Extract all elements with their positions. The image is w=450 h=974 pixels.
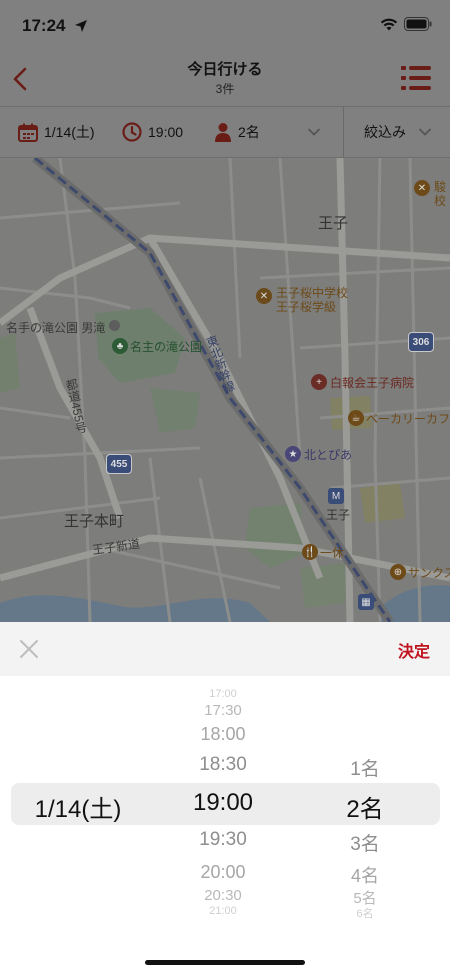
result-count: 3件: [215, 82, 235, 96]
time-wheel-item[interactable]: 19:30: [158, 829, 288, 851]
list-view-icon[interactable]: [400, 64, 432, 92]
hospital-icon[interactable]: +: [311, 374, 327, 390]
chevron-down-icon[interactable]: [418, 127, 432, 137]
time-wheel-item[interactable]: 17:30: [158, 702, 288, 719]
school-icon[interactable]: ✕: [256, 288, 272, 304]
time-wheel-item[interactable]: 17:00: [158, 688, 288, 700]
map-label-ikkyu: 一休: [320, 546, 345, 560]
map-label-station: 王子: [326, 508, 351, 522]
map-label-park: 名主の滝公園: [130, 340, 203, 354]
person-icon: [215, 123, 231, 142]
clock-icon: [122, 122, 142, 142]
park-icon[interactable]: ♣: [112, 338, 128, 354]
people-wheel-item[interactable]: 4名: [300, 862, 430, 888]
map-label-oji: 王子: [318, 215, 349, 232]
filter-bar: 1/14(土) 19:00 2名 絞込み: [0, 106, 450, 158]
time-wheel-item[interactable]: 18:00: [158, 724, 288, 745]
people-wheel-selected[interactable]: 2名: [300, 789, 430, 824]
map-label-hospital: 白報会王子病院: [330, 376, 415, 390]
wifi-icon: [380, 18, 398, 30]
home-indicator: [145, 960, 305, 965]
map-label-sunkus: サンクス: [408, 566, 450, 580]
time-wheel-item[interactable]: 21:00: [158, 905, 288, 917]
map-label-bakery: ベーカリーカフ: [366, 412, 450, 426]
route-306-shield: 306: [408, 332, 434, 352]
shop-icon[interactable]: ⊕: [390, 564, 406, 580]
page-title: 今日行ける: [187, 61, 263, 78]
map-label-school-2: 王子桜学級: [276, 300, 337, 314]
date-filter[interactable]: 1/14(土): [18, 107, 95, 157]
navigation-bar: 今日行ける 3件: [0, 50, 450, 106]
location-arrow-icon: [75, 20, 87, 32]
time-wheel-item[interactable]: 18:30: [158, 754, 288, 776]
date-filter-value: 1/14(土): [44, 124, 95, 140]
filter-divider: [343, 107, 344, 157]
map-label-top-right-2: 校: [434, 194, 447, 208]
time-wheel-item[interactable]: 20:30: [158, 887, 288, 904]
battery-icon: [404, 17, 432, 31]
people-wheel-item[interactable]: 1名: [300, 754, 430, 781]
time-wheel-selected[interactable]: 19:00: [158, 789, 288, 817]
time-wheel-item[interactable]: 20:00: [158, 862, 288, 883]
people-filter-value: 2名: [238, 124, 260, 140]
date-wheel-selected[interactable]: 1/14(土): [18, 789, 138, 824]
route-455-shield: 455: [106, 454, 132, 474]
status-time: 17:24: [22, 16, 66, 35]
cafe-icon[interactable]: ☕: [348, 410, 364, 426]
people-wheel-item[interactable]: 6名: [300, 905, 430, 921]
map-view[interactable]: 王子 王子本町 王子新道 ✕ 王子桜中学校 王子桜学級 + 白報会王子病院 ☕ …: [0, 158, 450, 622]
people-wheel-item[interactable]: 3名: [300, 829, 430, 856]
close-icon[interactable]: [16, 636, 42, 662]
people-filter[interactable]: 2名: [214, 107, 260, 157]
status-bar: 17:24: [0, 0, 450, 50]
calendar-icon: [18, 123, 38, 142]
chevron-down-icon[interactable]: [307, 127, 321, 137]
time-filter[interactable]: 19:00: [122, 107, 183, 157]
date-time-picker[interactable]: 1/14(土) 17:00 17:30 18:00 18:30 19:00 19…: [0, 676, 450, 974]
station-icon[interactable]: M: [328, 488, 344, 504]
school-top-icon[interactable]: ✕: [414, 180, 430, 196]
map-label-park-gate: 名手の滝公園 男滝: [6, 321, 106, 335]
restaurant-icon[interactable]: 🍴: [302, 544, 318, 560]
time-filter-value: 19:00: [148, 124, 184, 140]
poi-icon[interactable]: [109, 320, 120, 331]
star-poi-icon[interactable]: ★: [285, 446, 301, 462]
status-indicators: [380, 17, 432, 31]
refine-filter[interactable]: 絞込み: [364, 107, 406, 157]
map-label-kita-tobia: 北とぴあ: [304, 448, 353, 462]
train-station-icon[interactable]: ▦: [358, 594, 374, 610]
picker-toolbar: 決定: [0, 622, 450, 676]
map-label-oji-honcho: 王子本町: [64, 513, 125, 530]
refine-label: 絞込み: [364, 124, 406, 140]
confirm-button[interactable]: 決定: [398, 638, 430, 662]
